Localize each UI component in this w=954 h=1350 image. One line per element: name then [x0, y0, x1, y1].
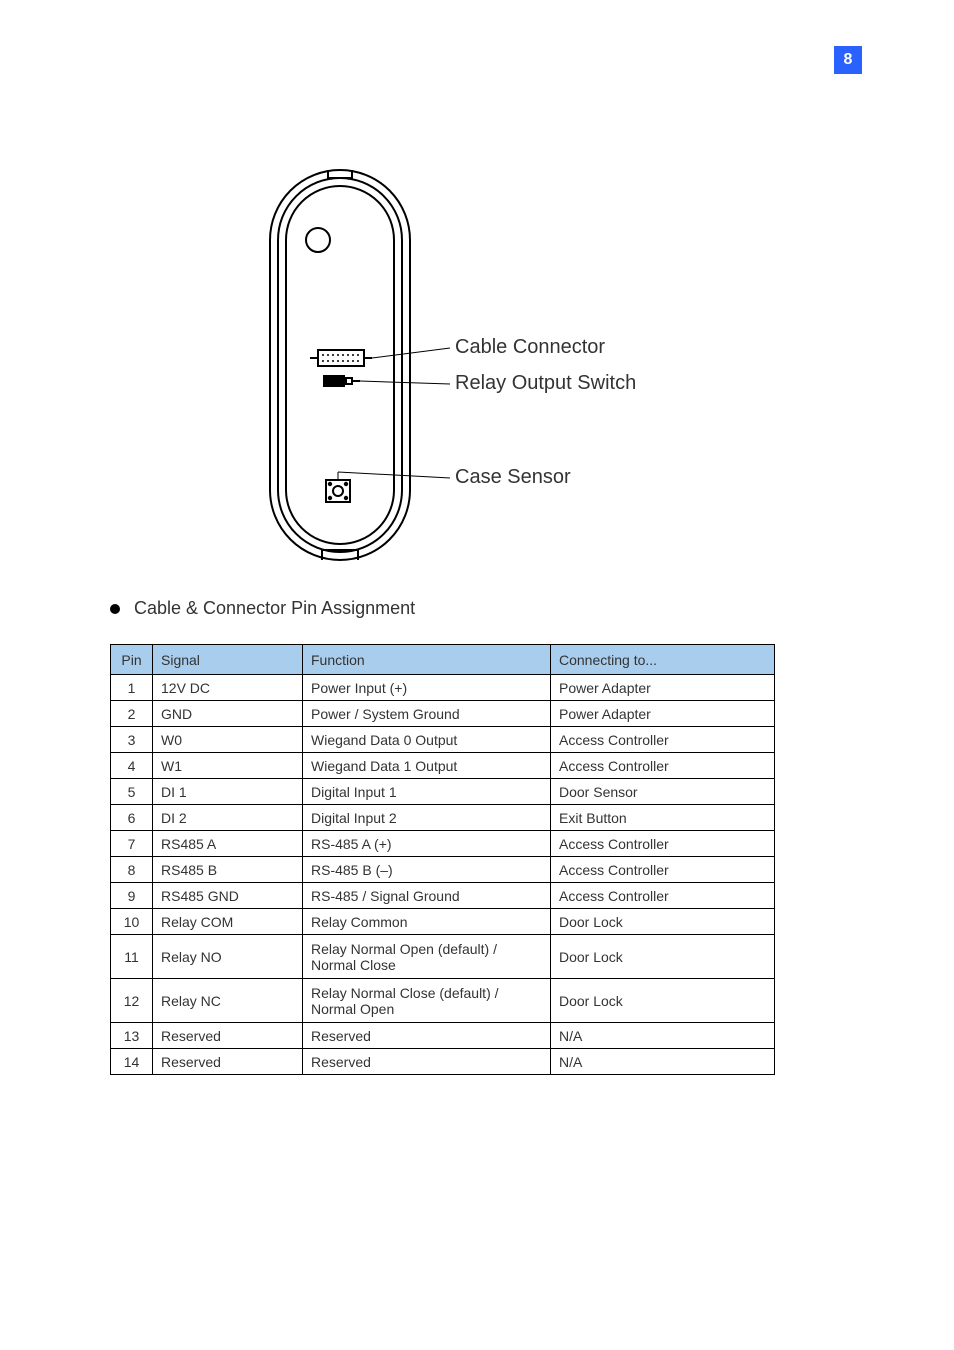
td-function: Relay Normal Close (default) / Normal Op… [303, 979, 551, 1023]
td-signal: RS485 GND [153, 883, 303, 909]
td-pin: 14 [111, 1049, 153, 1075]
td-function: Wiegand Data 1 Output [303, 753, 551, 779]
th-function: Function [303, 645, 551, 675]
bullet-label: Cable & Connector Pin Assignment [134, 598, 415, 619]
td-function: Digital Input 2 [303, 805, 551, 831]
td-connecting: Access Controller [551, 727, 775, 753]
table-row: 5DI 1Digital Input 1Door Sensor [111, 779, 775, 805]
table-row: 12Relay NCRelay Normal Close (default) /… [111, 979, 775, 1023]
td-connecting: Door Lock [551, 935, 775, 979]
td-pin: 1 [111, 675, 153, 701]
th-pin: Pin [111, 645, 153, 675]
td-connecting: Access Controller [551, 883, 775, 909]
td-pin: 3 [111, 727, 153, 753]
td-function: RS-485 / Signal Ground [303, 883, 551, 909]
table-row: 10Relay COMRelay CommonDoor Lock [111, 909, 775, 935]
table-row: 4W1Wiegand Data 1 OutputAccess Controlle… [111, 753, 775, 779]
td-pin: 12 [111, 979, 153, 1023]
td-connecting: Access Controller [551, 753, 775, 779]
table-row: 2GNDPower / System GroundPower Adapter [111, 701, 775, 727]
td-connecting: Access Controller [551, 831, 775, 857]
td-function: Power Input (+) [303, 675, 551, 701]
td-signal: RS485 A [153, 831, 303, 857]
td-signal: GND [153, 701, 303, 727]
table-row: 3W0Wiegand Data 0 OutputAccess Controlle… [111, 727, 775, 753]
table-row: 7RS485 ARS-485 A (+)Access Controller [111, 831, 775, 857]
device-back-diagram: Cable Connector Relay Output Switch Case… [250, 160, 770, 580]
page-number-badge: 8 [834, 46, 862, 74]
td-pin: 7 [111, 831, 153, 857]
callout-cable-connector: Cable Connector [455, 336, 605, 359]
table-row: 13ReservedReservedN/A [111, 1023, 775, 1049]
callout-case-sensor: Case Sensor [455, 466, 571, 489]
td-pin: 5 [111, 779, 153, 805]
td-pin: 9 [111, 883, 153, 909]
th-connecting: Connecting to... [551, 645, 775, 675]
td-connecting: Access Controller [551, 857, 775, 883]
td-signal: Relay COM [153, 909, 303, 935]
td-signal: Reserved [153, 1049, 303, 1075]
td-connecting: Door Sensor [551, 779, 775, 805]
td-signal: Relay NC [153, 979, 303, 1023]
td-connecting: Door Lock [551, 979, 775, 1023]
td-function: RS-485 A (+) [303, 831, 551, 857]
section-bullet: Cable & Connector Pin Assignment [110, 598, 415, 619]
td-connecting: N/A [551, 1049, 775, 1075]
table-row: 9RS485 GNDRS-485 / Signal GroundAccess C… [111, 883, 775, 909]
td-connecting: Door Lock [551, 909, 775, 935]
td-pin: 11 [111, 935, 153, 979]
callout-relay-output-switch: Relay Output Switch [455, 372, 636, 395]
td-pin: 4 [111, 753, 153, 779]
td-pin: 2 [111, 701, 153, 727]
td-signal: W0 [153, 727, 303, 753]
table-row: 112V DCPower Input (+)Power Adapter [111, 675, 775, 701]
td-function: Reserved [303, 1023, 551, 1049]
td-connecting: Power Adapter [551, 675, 775, 701]
td-signal: Reserved [153, 1023, 303, 1049]
td-signal: DI 2 [153, 805, 303, 831]
pin-assignment-table: Pin Signal Function Connecting to... 112… [110, 644, 775, 1075]
td-pin: 13 [111, 1023, 153, 1049]
td-pin: 10 [111, 909, 153, 935]
td-function: Reserved [303, 1049, 551, 1075]
table-header-row: Pin Signal Function Connecting to... [111, 645, 775, 675]
td-pin: 6 [111, 805, 153, 831]
td-function: RS-485 B (–) [303, 857, 551, 883]
td-signal: W1 [153, 753, 303, 779]
table-row: 6DI 2Digital Input 2Exit Button [111, 805, 775, 831]
th-signal: Signal [153, 645, 303, 675]
table-row: 11Relay NORelay Normal Open (default) / … [111, 935, 775, 979]
table-row: 8RS485 BRS-485 B (–)Access Controller [111, 857, 775, 883]
td-connecting: N/A [551, 1023, 775, 1049]
td-function: Digital Input 1 [303, 779, 551, 805]
table-row: 14ReservedReservedN/A [111, 1049, 775, 1075]
device-svg [250, 160, 770, 580]
td-function: Relay Common [303, 909, 551, 935]
td-signal: DI 1 [153, 779, 303, 805]
td-pin: 8 [111, 857, 153, 883]
td-function: Wiegand Data 0 Output [303, 727, 551, 753]
td-function: Relay Normal Open (default) / Normal Clo… [303, 935, 551, 979]
td-signal: 12V DC [153, 675, 303, 701]
td-signal: Relay NO [153, 935, 303, 979]
td-signal: RS485 B [153, 857, 303, 883]
td-connecting: Exit Button [551, 805, 775, 831]
td-connecting: Power Adapter [551, 701, 775, 727]
bullet-icon [110, 604, 120, 614]
td-function: Power / System Ground [303, 701, 551, 727]
